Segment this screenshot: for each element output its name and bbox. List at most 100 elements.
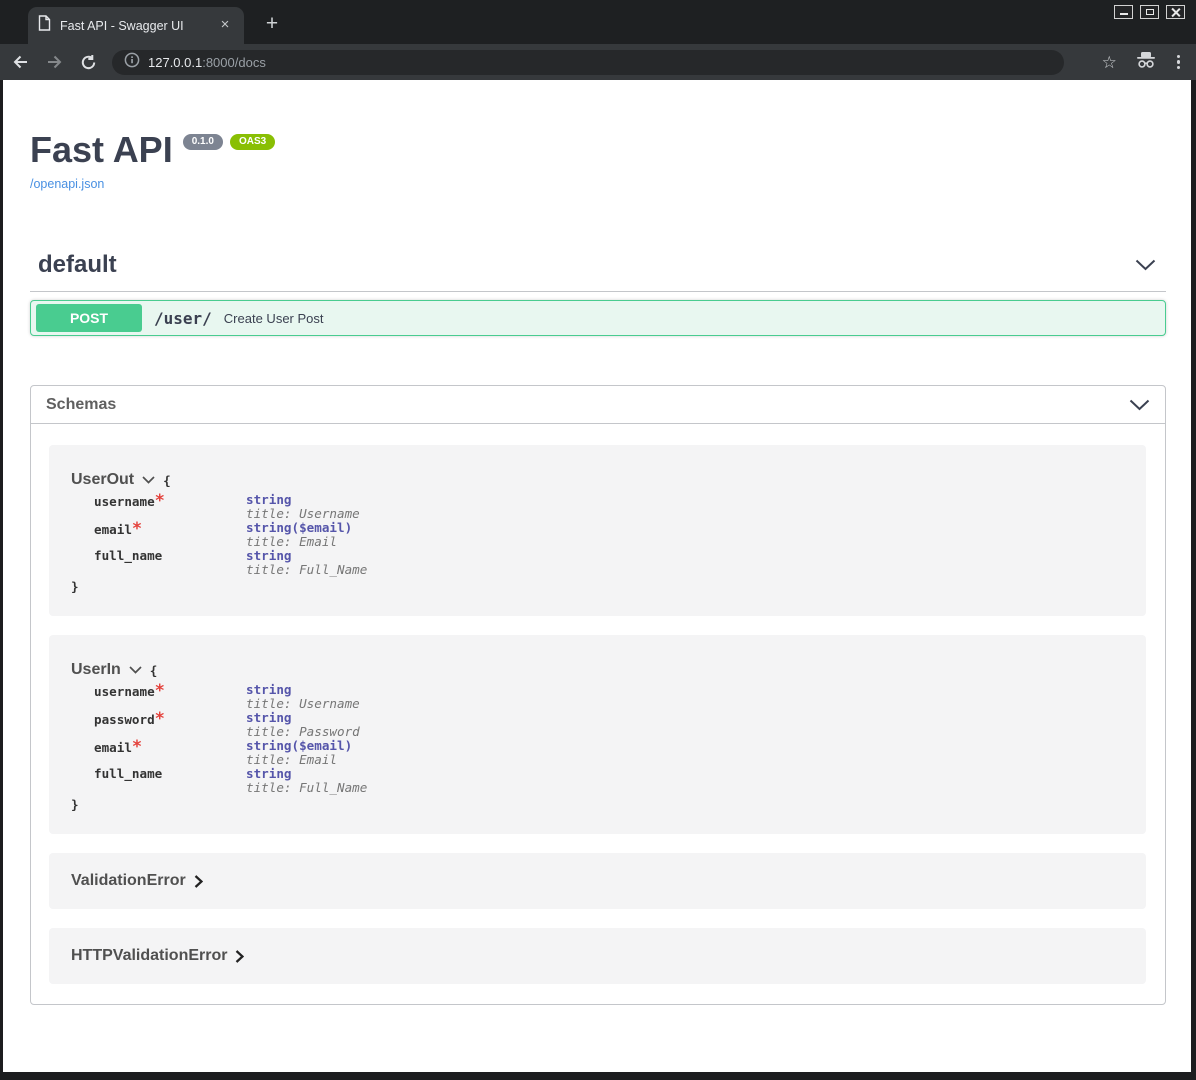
- close-tab-icon[interactable]: ×: [216, 17, 234, 35]
- property-row: full_namestringtitle: Full_Name: [94, 767, 1124, 795]
- schemas-body: UserOut{username*stringtitle: Usernameem…: [31, 424, 1165, 1004]
- property-title: title: Full_Name: [246, 781, 367, 795]
- api-title: Fast API: [30, 130, 173, 170]
- chevron-down-icon[interactable]: [1135, 259, 1156, 271]
- property-name: full_name: [94, 767, 246, 795]
- property-type: string: [246, 493, 360, 507]
- model-toggle-UserOut[interactable]: UserOut{: [71, 471, 1124, 489]
- schemas-header[interactable]: Schemas: [31, 386, 1165, 424]
- tab-title: Fast API - Swagger UI: [60, 19, 216, 33]
- required-star: *: [155, 681, 165, 701]
- property-row: username*stringtitle: Username: [94, 683, 1124, 711]
- property-definition: stringtitle: Password: [246, 711, 360, 739]
- maximize-icon: [1146, 9, 1154, 15]
- property-definition: stringtitle: Username: [246, 493, 360, 521]
- required-star: *: [155, 491, 165, 511]
- property-definition: stringtitle: Full_Name: [246, 549, 367, 577]
- property-definition: stringtitle: Username: [246, 683, 360, 711]
- model-ValidationError: ValidationError: [49, 853, 1146, 909]
- forward-button[interactable]: [40, 48, 68, 76]
- property-row: password*stringtitle: Password: [94, 711, 1124, 739]
- address-bar[interactable]: 127.0.0.1:8000/docs: [112, 50, 1064, 75]
- url-host: 127.0.0.1: [148, 55, 202, 70]
- chevron-right-icon[interactable]: [194, 875, 203, 888]
- url-path: :8000/docs: [202, 55, 266, 70]
- post-method-button[interactable]: POST: [36, 304, 142, 332]
- close-window-button[interactable]: [1166, 5, 1185, 19]
- open-brace: {: [163, 473, 171, 488]
- property-title: title: Email: [246, 535, 352, 549]
- minimize-button[interactable]: [1114, 5, 1133, 19]
- tag-name: default: [38, 251, 1135, 279]
- model-toggle-ValidationError[interactable]: ValidationError: [71, 872, 1124, 890]
- bookmark-star-icon[interactable]: ☆: [1102, 54, 1117, 71]
- minimize-icon: [1120, 13, 1128, 15]
- required-star: *: [132, 737, 142, 757]
- url-text: 127.0.0.1:8000/docs: [148, 55, 266, 70]
- model-toggle-HTTPValidationError[interactable]: HTTPValidationError: [71, 947, 1124, 965]
- browser-window: Fast API - Swagger UI × + 127.0.0.1:8000…: [0, 0, 1196, 1080]
- open-brace: {: [150, 663, 158, 678]
- oas3-badge: OAS3: [230, 134, 275, 150]
- back-button[interactable]: [6, 48, 34, 76]
- schemas-title: Schemas: [46, 396, 1129, 414]
- property-title: title: Email: [246, 753, 352, 767]
- property-title: title: Username: [246, 697, 360, 711]
- browser-tab[interactable]: Fast API - Swagger UI ×: [28, 7, 244, 44]
- browser-toolbar: 127.0.0.1:8000/docs ☆: [0, 44, 1196, 80]
- property-name: email*: [94, 521, 246, 549]
- chevron-right-icon[interactable]: [235, 950, 244, 963]
- new-tab-button[interactable]: +: [258, 10, 286, 38]
- window-frame-bottom: [0, 1072, 1196, 1080]
- api-info: Fast API 0.1.0 OAS3 /openapi.json: [30, 80, 1166, 193]
- model-properties: username*stringtitle: Usernameemail*stri…: [94, 493, 1124, 577]
- close-icon: [1171, 8, 1180, 17]
- property-type: string: [246, 711, 360, 725]
- page-file-icon: [38, 15, 51, 36]
- property-name: password*: [94, 711, 246, 739]
- model-name: HTTPValidationError: [71, 947, 227, 965]
- tab-strip: Fast API - Swagger UI × +: [0, 0, 1196, 44]
- version-badge: 0.1.0: [183, 134, 223, 150]
- property-row: full_namestringtitle: Full_Name: [94, 549, 1124, 577]
- property-definition: stringtitle: Full_Name: [246, 767, 367, 795]
- property-type: string($email): [246, 521, 352, 535]
- tag-toggle-default[interactable]: default: [30, 243, 1166, 287]
- property-name: username*: [94, 683, 246, 711]
- toolbar-right: ☆: [1102, 51, 1182, 74]
- property-name: email*: [94, 739, 246, 767]
- property-type: string: [246, 549, 367, 563]
- model-toggle-UserIn[interactable]: UserIn {: [71, 661, 1124, 679]
- model-name: UserIn: [71, 661, 121, 679]
- property-row: email*string($email)title: Email: [94, 521, 1124, 549]
- chevron-down-icon[interactable]: [1129, 399, 1150, 411]
- property-type: string($email): [246, 739, 352, 753]
- model-HTTPValidationError: HTTPValidationError: [49, 928, 1146, 984]
- opblock-post-user[interactable]: POST /user/ Create User Post: [30, 300, 1166, 336]
- incognito-icon: [1135, 51, 1157, 74]
- operation-summary: Create User Post: [224, 311, 324, 326]
- close-brace: }: [71, 579, 1124, 594]
- model-UserIn: UserIn{username*stringtitle: Usernamepas…: [49, 635, 1146, 834]
- chevron-down-icon[interactable]: [129, 666, 142, 674]
- model-UserOut: UserOut{username*stringtitle: Usernameem…: [49, 445, 1146, 616]
- close-brace: }: [71, 797, 1124, 812]
- property-type: string: [246, 683, 360, 697]
- site-info-icon[interactable]: [124, 52, 140, 73]
- property-definition: string($email)title: Email: [246, 739, 352, 767]
- property-name: full_name: [94, 549, 246, 577]
- model-properties: username*stringtitle: Usernamepassword*s…: [94, 683, 1124, 795]
- operation-path: /user/: [154, 309, 212, 328]
- model-name: ValidationError: [71, 872, 186, 890]
- schemas-section: Schemas UserOut{username*stringtitle: Us…: [30, 385, 1166, 1005]
- property-type: string: [246, 767, 367, 781]
- window-controls: [1114, 5, 1185, 19]
- openapi-spec-link[interactable]: /openapi.json: [30, 177, 104, 191]
- chevron-down-icon[interactable]: [142, 476, 155, 484]
- swagger-page: Fast API 0.1.0 OAS3 /openapi.json defaul…: [3, 80, 1191, 1072]
- browser-menu-icon[interactable]: [1175, 53, 1182, 72]
- reload-button[interactable]: [74, 48, 102, 76]
- maximize-button[interactable]: [1140, 5, 1159, 19]
- tag-divider: [30, 291, 1166, 292]
- property-row: email*string($email)title: Email: [94, 739, 1124, 767]
